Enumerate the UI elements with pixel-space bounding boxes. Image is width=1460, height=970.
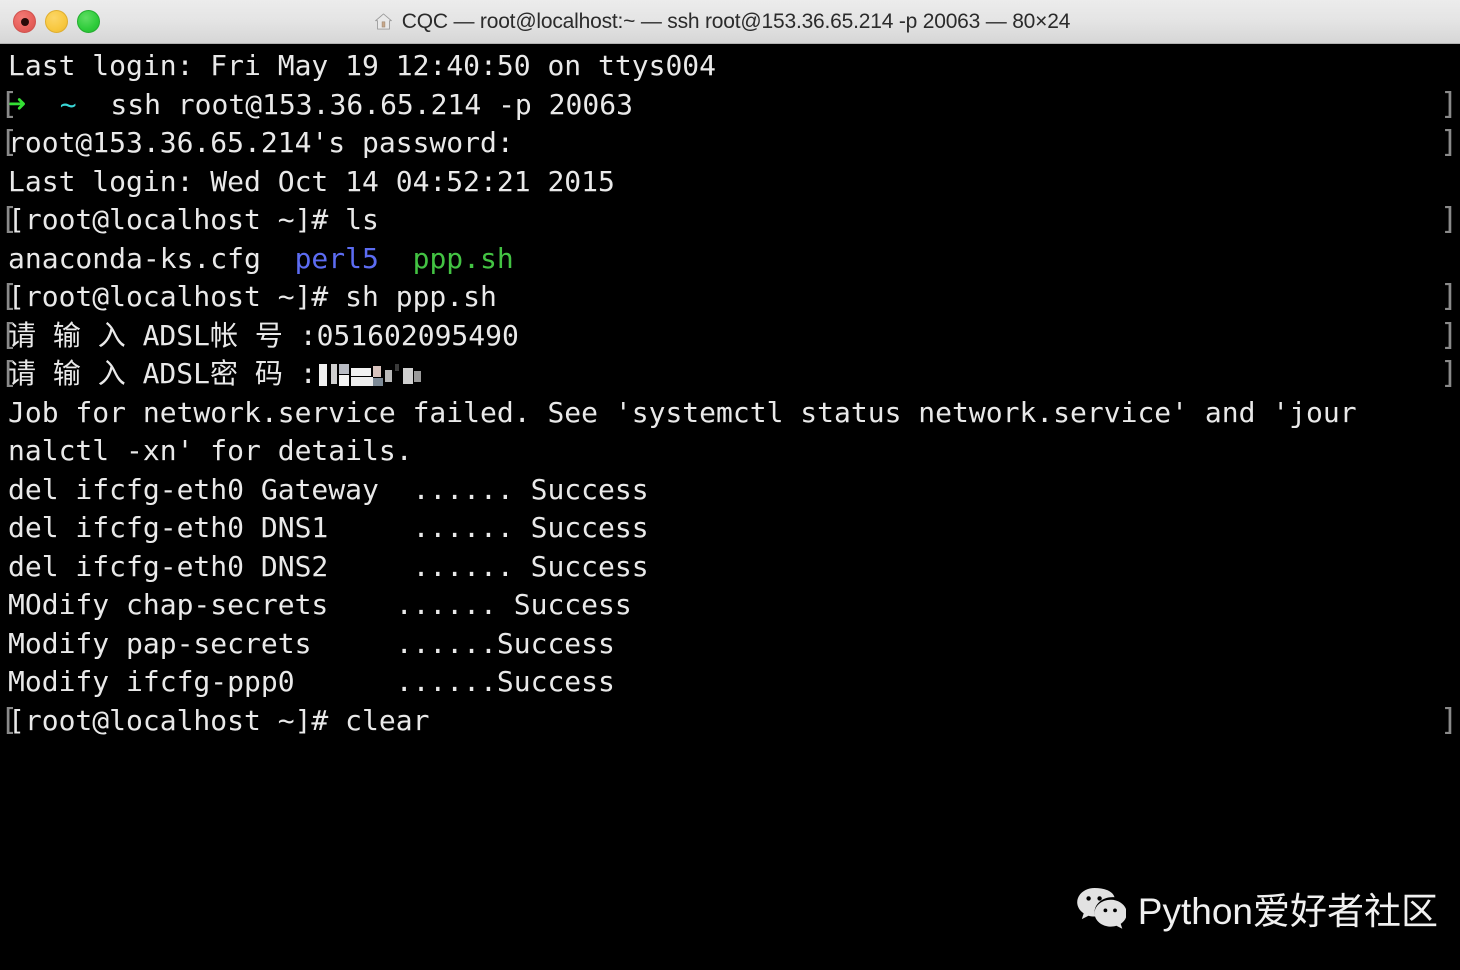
terminal-line: Modify ifcfg-ppp0 ......Success bbox=[0, 663, 1460, 702]
redacted-password bbox=[316, 362, 425, 388]
terminal-text: MOdify chap-secrets ...... Success bbox=[8, 588, 632, 621]
terminal-text: Last login: Fri May 19 12:40:50 on ttys0… bbox=[8, 49, 717, 82]
terminal-text: perl5 bbox=[294, 241, 379, 275]
terminal-line: [[root@localhost ~]# clear] bbox=[0, 702, 1460, 741]
terminal-text: anaconda-ks.cfg bbox=[8, 241, 295, 275]
prompt-mark-left: [ bbox=[0, 317, 19, 353]
terminal-line: MOdify chap-secrets ...... Success bbox=[0, 586, 1460, 625]
watermark: Python爱好者社区 bbox=[1076, 881, 1438, 935]
terminal-line: [root@153.36.65.214's password:] bbox=[0, 124, 1460, 163]
terminal-line: [[root@localhost ~]# sh ppp.sh] bbox=[0, 278, 1460, 317]
prompt-mark-right: ] bbox=[1439, 86, 1458, 122]
window-controls bbox=[13, 0, 100, 43]
terminal-text: del ifcfg-eth0 DNS1 ...... Success bbox=[8, 511, 649, 544]
terminal-text: [root@localhost ~]# clear bbox=[8, 703, 430, 737]
prompt-mark-right: ] bbox=[1439, 202, 1458, 237]
terminal-text: nalctl -xn' for details. bbox=[8, 434, 413, 467]
home-icon bbox=[374, 13, 392, 30]
terminal-screen[interactable]: Last login: Fri May 19 12:40:50 on ttys0… bbox=[0, 44, 1460, 970]
close-icon bbox=[20, 17, 29, 26]
terminal-text: Last login: Wed Oct 14 04:52:21 2015 bbox=[8, 164, 615, 198]
prompt-mark-left: [ bbox=[0, 279, 19, 314]
prompt-mark-right: ] bbox=[1439, 279, 1458, 314]
terminal-line: Last login: Fri May 19 12:40:50 on ttys0… bbox=[0, 47, 1460, 86]
maximize-button[interactable] bbox=[77, 10, 100, 33]
terminal-line: Last login: Wed Oct 14 04:52:21 2015 bbox=[0, 163, 1460, 202]
terminal-text: [root@localhost ~]# ls bbox=[8, 203, 379, 236]
title-bar-content: CQC — root@localhost:~ — ssh root@153.36… bbox=[374, 10, 1070, 34]
terminal-text: 请 输 入 ADSL帐 号 :051602095490 bbox=[8, 318, 519, 352]
terminal-line: Modify pap-secrets ......Success bbox=[0, 625, 1460, 664]
minimize-button[interactable] bbox=[45, 10, 68, 33]
terminal-line: Job for network.service failed. See 'sys… bbox=[0, 394, 1460, 433]
terminal-text: del ifcfg-eth0 DNS2 ...... Success bbox=[8, 549, 649, 583]
terminal-output: Last login: Fri May 19 12:40:50 on ttys0… bbox=[0, 47, 1460, 740]
prompt-mark-right: ] bbox=[1439, 702, 1458, 738]
terminal-text: 请 输 入 ADSL密 码 : bbox=[8, 357, 317, 390]
terminal-line: [请 输 入 ADSL帐 号 :051602095490] bbox=[0, 317, 1460, 356]
prompt-mark-left: [ bbox=[0, 356, 19, 391]
terminal-line: [请 输 入 ADSL密 码 :] bbox=[0, 355, 1460, 394]
prompt-mark-left: [ bbox=[0, 702, 19, 738]
terminal-text: Job for network.service failed. See 'sys… bbox=[8, 395, 1357, 429]
terminal-text: del ifcfg-eth0 Gateway ...... Success bbox=[8, 472, 649, 506]
terminal-text: [root@localhost ~]# sh ppp.sh bbox=[8, 280, 497, 313]
prompt-mark-right: ] bbox=[1439, 317, 1458, 353]
terminal-line: del ifcfg-eth0 DNS2 ...... Success bbox=[0, 548, 1460, 587]
terminal-text: Modify ifcfg-ppp0 ......Success bbox=[8, 665, 615, 698]
wechat-icon bbox=[1076, 888, 1126, 929]
terminal-text: Modify pap-secrets ......Success bbox=[8, 626, 615, 660]
prompt-mark-left: [ bbox=[0, 86, 19, 122]
terminal-line: [➜ ~ ssh root@153.36.65.214 -p 20063] bbox=[0, 86, 1460, 125]
prompt-mark-right: ] bbox=[1439, 125, 1458, 160]
prompt-mark-left: [ bbox=[0, 125, 19, 160]
terminal-line: del ifcfg-eth0 Gateway ...... Success bbox=[0, 471, 1460, 510]
terminal-line: anaconda-ks.cfg perl5 ppp.sh bbox=[0, 240, 1460, 279]
prompt-mark-left: [ bbox=[0, 202, 19, 237]
prompt-mark-right: ] bbox=[1439, 356, 1458, 391]
terminal-line: [[root@localhost ~]# ls] bbox=[0, 201, 1460, 240]
close-button[interactable] bbox=[13, 10, 36, 33]
terminal-line: nalctl -xn' for details. bbox=[0, 432, 1460, 471]
watermark-text: Python爱好者社区 bbox=[1137, 891, 1438, 932]
terminal-text: ssh root@153.36.65.214 -p 20063 bbox=[76, 87, 633, 121]
terminal-text: root@153.36.65.214's password: bbox=[8, 126, 514, 159]
terminal-text: ~ bbox=[59, 87, 77, 121]
window-title: CQC — root@localhost:~ — ssh root@153.36… bbox=[401, 9, 1071, 33]
title-bar: CQC — root@localhost:~ — ssh root@153.36… bbox=[0, 0, 1460, 44]
terminal-window: CQC — root@localhost:~ — ssh root@153.36… bbox=[0, 0, 1460, 970]
terminal-text: ppp.sh bbox=[412, 241, 514, 275]
terminal-line: del ifcfg-eth0 DNS1 ...... Success bbox=[0, 509, 1460, 548]
